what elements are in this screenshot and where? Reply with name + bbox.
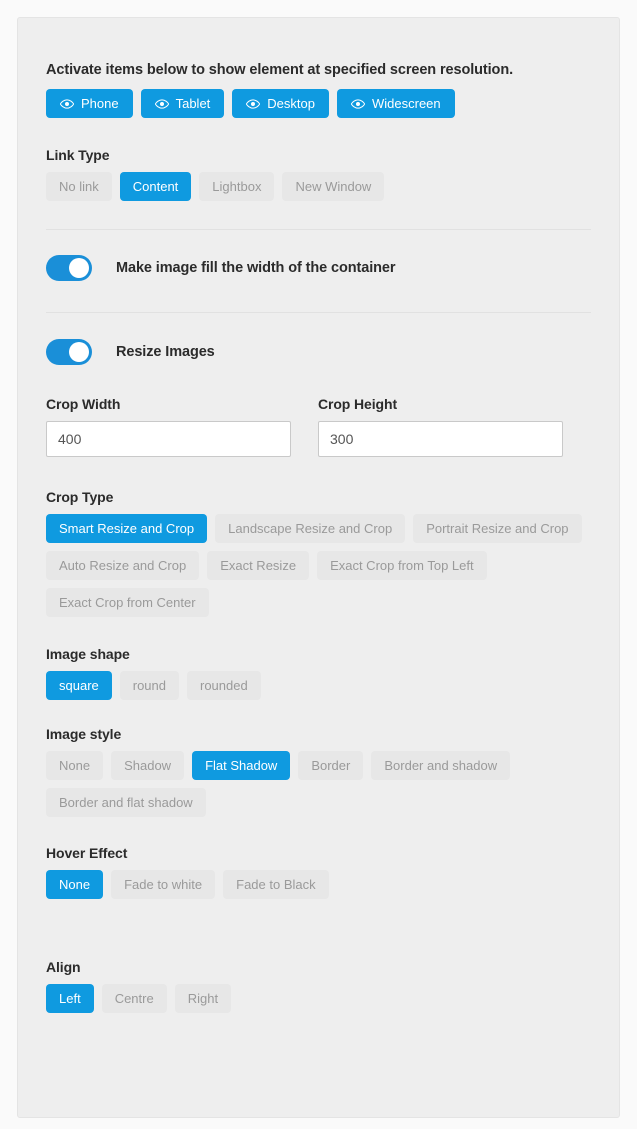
- device-visibility-group: Phone Tablet Desktop Widescreen: [46, 89, 591, 118]
- fill-width-toggle[interactable]: [46, 255, 92, 281]
- option-centre[interactable]: Centre: [101, 984, 167, 1013]
- option-label: Exact Crop from Top Left: [330, 558, 474, 573]
- option-fade-to-black[interactable]: Fade to Black: [223, 870, 329, 899]
- hover-effect-group: None Fade to white Fade to Black: [46, 870, 591, 899]
- option-label: None: [59, 758, 91, 773]
- option-label: Exact Crop from Center: [59, 595, 196, 610]
- crop-dimensions-group: Crop Width Crop Height: [46, 396, 591, 457]
- divider-1: [46, 229, 591, 230]
- resize-images-toggle[interactable]: [46, 339, 92, 365]
- option-square[interactable]: square: [46, 671, 112, 700]
- option-exact-crop-from-top-left[interactable]: Exact Crop from Top Left: [317, 551, 487, 580]
- option-label: Lightbox: [212, 179, 262, 194]
- option-exact-resize[interactable]: Exact Resize: [207, 551, 310, 580]
- option-label: Centre: [114, 991, 154, 1006]
- option-label: Right: [187, 991, 219, 1006]
- device-toggle-widescreen[interactable]: Widescreen: [337, 89, 455, 118]
- option-label: Left: [59, 991, 81, 1006]
- option-label: Tablet: [175, 96, 211, 111]
- crop-type-label: Crop Type: [46, 489, 114, 505]
- option-label: Exact Resize: [220, 558, 297, 573]
- option-label: None: [59, 877, 91, 892]
- option-none[interactable]: None: [46, 870, 104, 899]
- option-label: Auto Resize and Crop: [59, 558, 187, 573]
- align-group: Left Centre Right: [46, 984, 591, 1013]
- device-toggle-desktop[interactable]: Desktop: [232, 89, 329, 118]
- option-lightbox[interactable]: Lightbox: [199, 172, 275, 201]
- option-label: rounded: [200, 678, 248, 693]
- option-label: Content: [132, 179, 179, 194]
- option-label: No link: [59, 179, 99, 194]
- device-toggle-tablet[interactable]: Tablet: [140, 89, 225, 118]
- option-rounded[interactable]: rounded: [187, 671, 261, 700]
- intro-text: Activate items below to show element at …: [46, 62, 513, 78]
- option-border-and-flat-shadow[interactable]: Border and flat shadow: [46, 788, 206, 817]
- hover-effect-label: Hover Effect: [46, 845, 128, 861]
- option-flat-shadow[interactable]: Flat Shadow: [192, 751, 291, 780]
- image-style-group: None Shadow Flat Shadow Border Border and sh…: [46, 751, 591, 817]
- fill-width-label: Make image fill the width of the contain…: [116, 260, 396, 276]
- option-label: Smart Resize and Crop: [59, 521, 195, 536]
- option-none[interactable]: None: [46, 751, 104, 780]
- option-exact-crop-from-center[interactable]: Exact Crop from Center: [46, 588, 209, 617]
- image-shape-group: square round rounded: [46, 671, 591, 700]
- image-shape-label: Image shape: [46, 646, 130, 662]
- option-auto-resize-and-crop[interactable]: Auto Resize and Crop: [46, 551, 200, 580]
- fill-width-row: Make image fill the width of the contain…: [46, 255, 591, 281]
- option-border-and-shadow[interactable]: Border and shadow: [371, 751, 511, 780]
- option-label: Flat Shadow: [205, 758, 278, 773]
- eye-icon: [351, 98, 365, 109]
- align-label: Align: [46, 959, 81, 975]
- resize-images-label: Resize Images: [116, 344, 215, 360]
- crop-width-field: Crop Width: [46, 396, 291, 457]
- option-left[interactable]: Left: [46, 984, 94, 1013]
- option-label: Fade to Black: [236, 877, 316, 892]
- option-label: Desktop: [267, 96, 315, 111]
- toggle-knob: [69, 258, 89, 278]
- option-label: round: [132, 678, 166, 693]
- option-label: Portrait Resize and Crop: [426, 521, 569, 536]
- option-label: Shadow: [124, 758, 172, 773]
- option-border[interactable]: Border: [298, 751, 364, 780]
- crop-height-field: Crop Height: [318, 396, 563, 457]
- option-round[interactable]: round: [119, 671, 179, 700]
- option-right[interactable]: Right: [174, 984, 232, 1013]
- resize-images-row: Resize Images: [46, 339, 591, 365]
- image-style-label: Image style: [46, 726, 122, 742]
- device-toggle-phone[interactable]: Phone: [46, 89, 133, 118]
- settings-panel: Activate items below to show element at …: [17, 17, 620, 1118]
- option-label: Border: [311, 758, 351, 773]
- option-shadow[interactable]: Shadow: [111, 751, 185, 780]
- eye-icon: [246, 98, 261, 109]
- link-type-group: No link Content Lightbox New Window: [46, 172, 591, 201]
- option-label: Border and shadow: [384, 758, 498, 773]
- option-label: New Window: [295, 179, 372, 194]
- option-label: square: [59, 678, 99, 693]
- option-label: Landscape Resize and Crop: [228, 521, 393, 536]
- option-content[interactable]: Content: [119, 172, 192, 201]
- option-new-window[interactable]: New Window: [282, 172, 385, 201]
- crop-height-input[interactable]: [318, 421, 563, 457]
- divider-2: [46, 312, 591, 313]
- option-label: Phone: [81, 96, 119, 111]
- option-label: Widescreen: [372, 96, 441, 111]
- option-no-link[interactable]: No link: [46, 172, 112, 201]
- eye-icon: [154, 98, 169, 109]
- link-type-label: Link Type: [46, 147, 110, 163]
- toggle-knob: [69, 342, 89, 362]
- crop-height-label: Crop Height: [318, 396, 398, 412]
- option-label: Fade to white: [124, 877, 203, 892]
- crop-width-input[interactable]: [46, 421, 291, 457]
- crop-width-label: Crop Width: [46, 396, 121, 412]
- eye-icon: [60, 98, 74, 109]
- crop-type-group: Smart Resize and Crop Landscape Resize an…: [46, 514, 591, 617]
- option-smart-resize-and-crop[interactable]: Smart Resize and Crop: [46, 514, 208, 543]
- option-fade-to-white[interactable]: Fade to white: [111, 870, 216, 899]
- option-label: Border and flat shadow: [59, 795, 193, 810]
- option-portrait-resize-and-crop[interactable]: Portrait Resize and Crop: [413, 514, 582, 543]
- option-landscape-resize-and-crop[interactable]: Landscape Resize and Crop: [215, 514, 406, 543]
